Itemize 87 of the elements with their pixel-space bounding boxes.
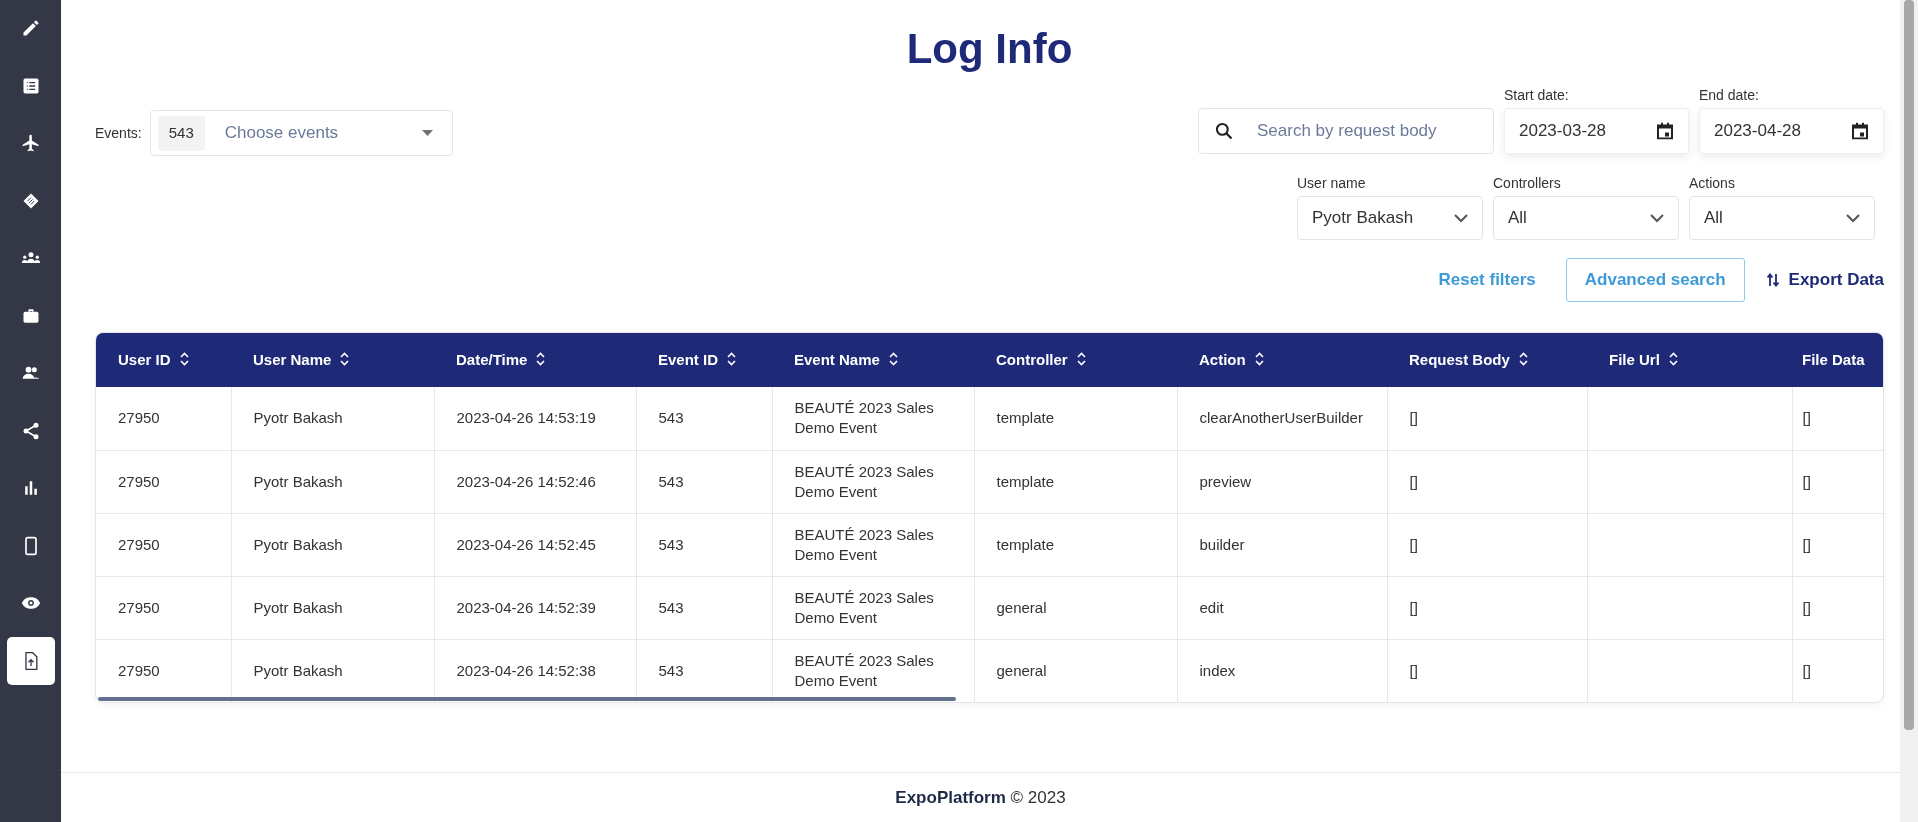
sort-icon (1254, 351, 1264, 366)
sort-icon (1668, 351, 1678, 366)
column-header[interactable]: User Name (231, 333, 434, 387)
table-cell: template (974, 387, 1177, 450)
table-cell: [] (1792, 387, 1883, 450)
table-cell: edit (1177, 576, 1387, 639)
search-icon (1214, 121, 1234, 141)
table-cell: preview (1177, 450, 1387, 513)
sidebar-item[interactable] (6, 636, 55, 685)
footer-copyright: ExpoPlatform © 2023 (895, 786, 1066, 809)
table-cell: 27950 (96, 576, 231, 639)
calendar-icon (1852, 122, 1868, 140)
table-cell: [] (1792, 513, 1883, 576)
table-cell: 27950 (96, 513, 231, 576)
table-cell: [] (1792, 639, 1883, 702)
table-cell: BEAUTÉ 2023 Sales Demo Event (772, 387, 974, 450)
sort-icon (179, 351, 189, 366)
column-header[interactable]: File Data (1792, 333, 1883, 387)
column-header[interactable]: Action (1177, 333, 1387, 387)
controllers-select[interactable]: All (1493, 196, 1679, 240)
table-cell: [] (1387, 387, 1587, 450)
chevron-down-icon (1454, 213, 1468, 223)
chevron-down-icon (1650, 213, 1664, 223)
start-date-label: Start date: (1504, 86, 1570, 104)
table-cell: clearAnotherUserBuilder (1177, 387, 1387, 450)
table-cell: [] (1387, 450, 1587, 513)
table-cell: 543 (636, 513, 772, 576)
horizontal-scrollbar[interactable] (98, 697, 956, 701)
column-header[interactable]: Event ID (636, 333, 772, 387)
table-cell: general (974, 576, 1177, 639)
search-field[interactable]: Search by request body (1198, 108, 1494, 154)
dropdown-arrow-icon (421, 130, 433, 136)
table-cell: 27950 (96, 450, 231, 513)
sort-icon (888, 351, 898, 366)
user-name-select[interactable]: Pyotr Bakash (1297, 196, 1483, 240)
sort-icon (1076, 351, 1086, 366)
start-date-field[interactable]: 2023-03-28 (1504, 108, 1689, 154)
end-date-label: End date: (1699, 86, 1760, 104)
column-header[interactable]: File Url (1587, 333, 1792, 387)
table-cell: Pyotr Bakash (231, 387, 434, 450)
sort-icon (340, 351, 350, 366)
events-label: Events: (95, 124, 142, 142)
column-header[interactable]: Date/Time (434, 333, 636, 387)
table-cell: BEAUTÉ 2023 Sales Demo Event (772, 513, 974, 576)
table-cell: BEAUTÉ 2023 Sales Demo Event (772, 576, 974, 639)
table-cell: [] (1387, 576, 1587, 639)
vertical-scrollbar[interactable] (1900, 0, 1918, 822)
table-cell: [] (1387, 513, 1587, 576)
table-cell: Pyotr Bakash (231, 513, 434, 576)
table-cell: index (1177, 639, 1387, 702)
sort-arrows-icon (1766, 273, 1779, 287)
event-tag: 543 (157, 115, 205, 151)
table-cell: builder (1177, 513, 1387, 576)
page-title: Log Info (905, 24, 1074, 74)
column-header[interactable]: Controller (974, 333, 1177, 387)
table-cell: template (974, 450, 1177, 513)
table-cell: general (974, 639, 1177, 702)
column-header[interactable]: Event Name (772, 333, 974, 387)
table-cell: BEAUTÉ 2023 Sales Demo Event (772, 450, 974, 513)
sort-icon (1518, 351, 1528, 366)
table-cell: Pyotr Bakash (231, 450, 434, 513)
sort-icon (727, 351, 736, 366)
actions-label: Actions (1689, 174, 1736, 192)
table-cell: 543 (636, 576, 772, 639)
table-cell: template (974, 513, 1177, 576)
table-cell: Pyotr Bakash (231, 576, 434, 639)
table-cell: 27950 (96, 387, 231, 450)
table-cell: 2023-04-26 14:53:19 (434, 387, 636, 450)
calendar-icon (1657, 122, 1673, 140)
table-cell: 543 (636, 450, 772, 513)
table-cell: 2023-04-26 14:52:45 (434, 513, 636, 576)
table-cell: 2023-04-26 14:52:39 (434, 576, 636, 639)
table-cell: 543 (636, 387, 772, 450)
chevron-down-icon (1846, 213, 1860, 223)
table-cell: [] (1792, 576, 1883, 639)
sort-icon (536, 351, 546, 366)
column-header[interactable]: Request Body (1387, 333, 1587, 387)
export-data-button[interactable]: Export Data (1766, 267, 1884, 293)
table-cell: [] (1792, 450, 1883, 513)
airplane-icon (20, 133, 41, 153)
column-header[interactable]: User ID (96, 333, 231, 387)
table-cell: [] (1387, 639, 1587, 702)
controllers-label: Controllers (1493, 174, 1562, 192)
end-date-field[interactable]: 2023-04-28 (1699, 108, 1884, 154)
actions-select[interactable]: All (1689, 196, 1875, 240)
table-cell: 2023-04-26 14:52:46 (434, 450, 636, 513)
user-name-label: User name (1297, 174, 1367, 192)
